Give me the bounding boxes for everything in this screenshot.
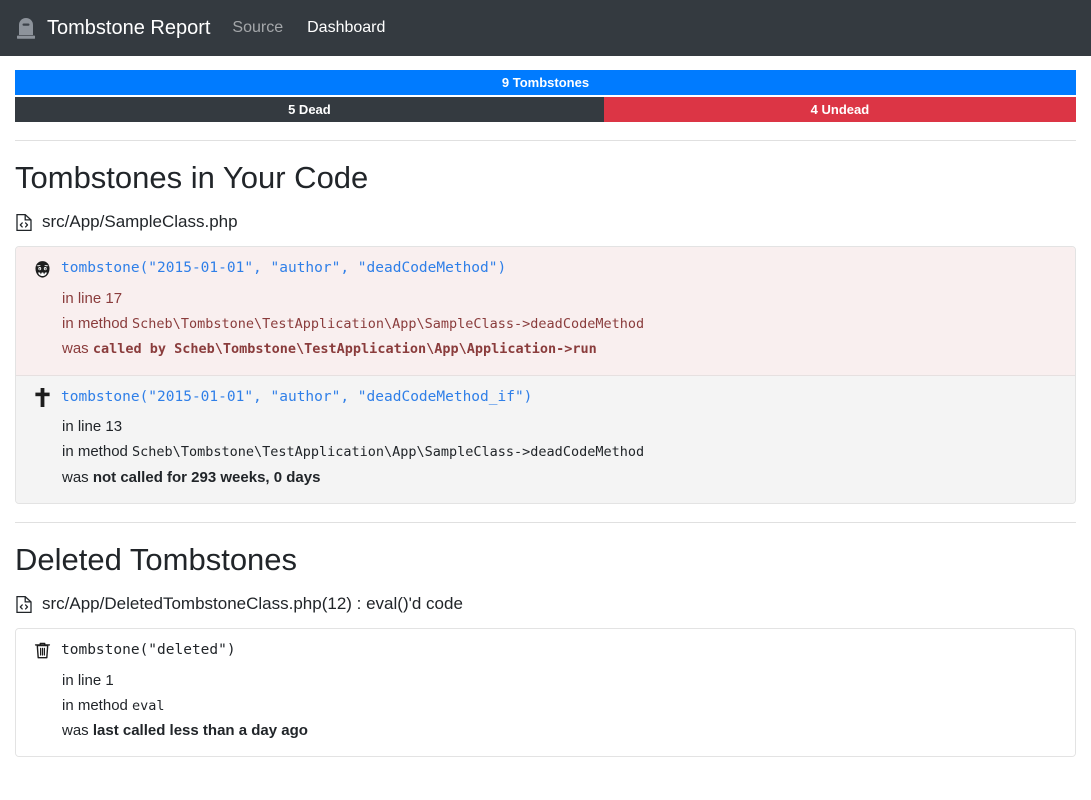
file-code-icon	[15, 595, 33, 614]
tombstone-code-header: tombstone("2015-01-01", "author", "deadC…	[32, 387, 1059, 409]
tombstone-detail-lines: in line 13 in method Scheb\Tombstone\Tes…	[32, 414, 1059, 490]
stats-bars: 9 Tombstones 5 Dead 4 Undead	[15, 56, 1076, 122]
file-path-label: src/App/DeletedTombstoneClass.php(12) : …	[42, 594, 463, 613]
dead-bar-segment[interactable]: 5 Dead	[15, 97, 604, 122]
nav-link-source[interactable]: Source	[232, 19, 283, 37]
nav-link-dashboard[interactable]: Dashboard	[307, 19, 385, 37]
tombstone-detail-lines: in line 17 in method Scheb\Tombstone\Tes…	[32, 286, 1059, 362]
status-prefix: was	[62, 722, 93, 740]
tombstone-method-line: in method Scheb\Tombstone\TestApplicatio…	[62, 439, 1059, 464]
tombstone-item-vampire[interactable]: tombstone("2015-01-01", "author", "deadC…	[16, 247, 1075, 376]
undead-bar-segment[interactable]: 4 Undead	[603, 97, 1076, 122]
divider-middle	[15, 521, 1076, 523]
brand-title: Tombstone Report	[47, 16, 211, 39]
tombstone-status-line: was not called for 293 weeks, 0 days	[62, 465, 1059, 490]
cross-icon	[32, 387, 53, 408]
brand-link[interactable]: Tombstone Report	[15, 16, 210, 40]
status-detail: called by Scheb\Tombstone\TestApplicatio…	[92, 341, 597, 358]
file-code-icon	[15, 213, 33, 232]
status-prefix: was	[62, 340, 93, 358]
method-name: eval	[132, 697, 165, 714]
status-detail: not called for 293 weeks, 0 days	[92, 468, 321, 486]
total-bar-segment[interactable]: 9 Tombstones	[15, 70, 1076, 95]
tombstone-code-text: tombstone("deleted")	[61, 642, 236, 658]
tombstone-code-text: tombstone("2015-01-01", "author", "deadC…	[61, 260, 507, 277]
method-prefix: in method	[62, 696, 133, 714]
divider-top	[15, 140, 1076, 141]
tombstone-item-dead[interactable]: tombstone("2015-01-01", "author", "deadC…	[16, 375, 1075, 503]
tombstone-detail-lines: in line 1 in method eval was last called…	[32, 668, 1059, 744]
status-detail: last called less than a day ago	[92, 722, 308, 740]
total-bar-row: 9 Tombstones	[15, 70, 1076, 95]
nav-links: Source Dashboard	[232, 19, 385, 37]
file-heading-deleted-class: src/App/DeletedTombstoneClass.php(12) : …	[15, 594, 1076, 614]
section-title-tombstones: Tombstones in Your Code	[15, 160, 369, 195]
status-prefix: was	[62, 468, 93, 486]
split-bar-row: 5 Dead 4 Undead	[15, 97, 1076, 122]
main-container: 9 Tombstones 5 Dead 4 Undead Tombstones …	[15, 56, 1076, 758]
method-prefix: in method	[62, 315, 133, 333]
vampire-icon	[32, 259, 53, 280]
section-title-deleted: Deleted Tombstones	[15, 541, 298, 577]
tombstone-method-line: in method eval	[62, 693, 1059, 718]
file-path-label: src/App/SampleClass.php	[42, 212, 238, 232]
tombstone-code-header: tombstone("deleted")	[32, 640, 1059, 662]
tombstone-line-number: in line 13	[62, 418, 123, 436]
navbar: Tombstone Report Source Dashboard	[0, 0, 1091, 56]
trash-icon	[32, 640, 53, 661]
tombstone-panel: tombstone("2015-01-01", "author", "deadC…	[15, 246, 1076, 504]
tombstone-line-number: in line 1	[62, 671, 114, 689]
tombstone-icon	[15, 16, 37, 40]
tombstone-code-header: tombstone("2015-01-01", "author", "deadC…	[32, 258, 1059, 280]
method-name: Scheb\Tombstone\TestApplication\App\Samp…	[132, 316, 645, 333]
tombstone-status-line: was last called less than a day ago	[62, 718, 1059, 743]
method-name: Scheb\Tombstone\TestApplication\App\Samp…	[132, 444, 645, 461]
tombstone-code-text: tombstone("2015-01-01", "author", "deadC…	[61, 388, 533, 405]
tombstone-method-line: in method Scheb\Tombstone\TestApplicatio…	[62, 311, 1059, 336]
tombstone-line-number: in line 17	[62, 289, 123, 307]
deleted-tombstone-panel: tombstone("deleted") in line 1 in method…	[15, 628, 1076, 758]
file-heading-sample-class: src/App/SampleClass.php	[15, 212, 1076, 232]
method-prefix: in method	[62, 443, 133, 461]
tombstone-status-line: was called by Scheb\Tombstone\TestApplic…	[62, 336, 1059, 361]
tombstone-item-deleted[interactable]: tombstone("deleted") in line 1 in method…	[16, 629, 1075, 757]
